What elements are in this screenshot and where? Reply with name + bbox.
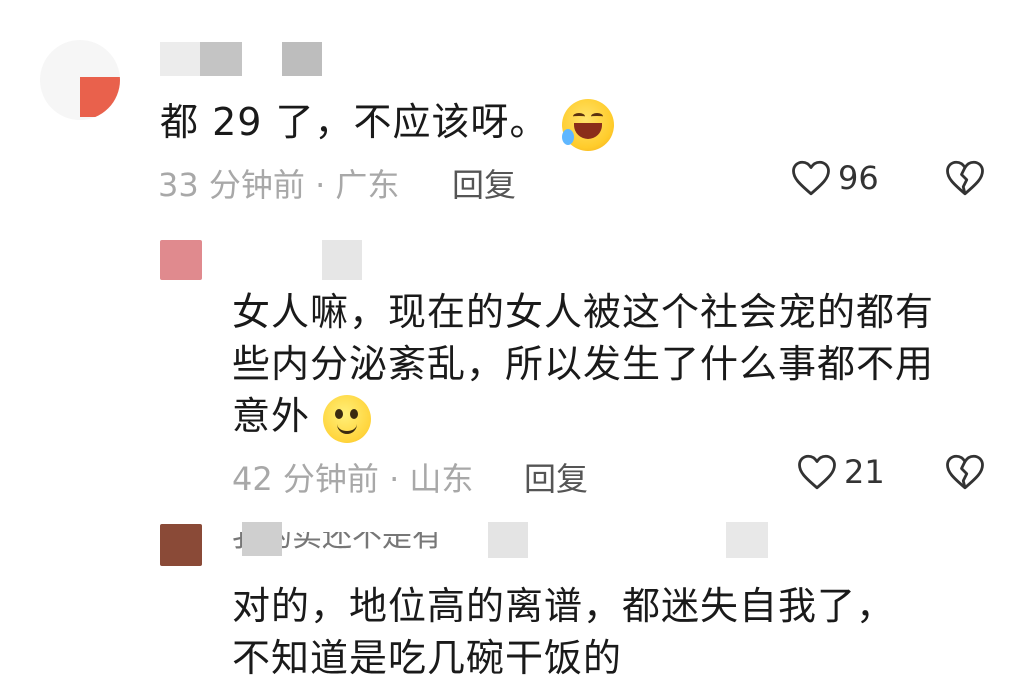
username-redacted bbox=[282, 42, 322, 76]
like-count: 21 bbox=[844, 453, 885, 491]
like-count: 96 bbox=[838, 159, 879, 197]
heart-outline-icon bbox=[798, 454, 836, 490]
broken-heart-icon[interactable] bbox=[944, 158, 986, 198]
dazed-smile-emoji bbox=[323, 394, 372, 443]
username-redacted bbox=[160, 42, 200, 76]
username-redacted bbox=[528, 522, 726, 558]
reply-button[interactable]: 回复 bbox=[452, 160, 516, 206]
location: · 山东 bbox=[389, 460, 474, 498]
location: · 广东 bbox=[315, 166, 400, 204]
rofl-emoji bbox=[561, 98, 614, 151]
comment-text: 对的，地位高的离谱，都迷失自我了， 不知道是吃几碗干饭的 bbox=[232, 584, 896, 680]
reply-button[interactable]: 回复 bbox=[524, 454, 588, 500]
avatar[interactable] bbox=[160, 240, 202, 280]
timestamp: 42 分钟前 bbox=[232, 460, 379, 498]
comment-meta: 33 分钟前 · 广东 bbox=[158, 160, 399, 206]
username-redacted bbox=[488, 522, 528, 558]
timestamp: 33 分钟前 bbox=[158, 166, 305, 204]
heart-outline-icon bbox=[792, 160, 830, 196]
username-redacted bbox=[242, 522, 282, 556]
username-redacted bbox=[726, 522, 768, 558]
avatar[interactable] bbox=[160, 524, 202, 566]
comment-meta: 42 分钟前 · 山东 bbox=[232, 454, 473, 500]
username-redacted bbox=[322, 240, 362, 280]
like-button[interactable]: 21 bbox=[796, 452, 885, 492]
comment-text: 女人嘛，现在的女人被这个社会宠的都有 些内分泌紊乱，所以发生了什么事都不用 意外 bbox=[232, 286, 934, 443]
comment-text: 都 29 了，不应该呀。 bbox=[160, 96, 614, 151]
avatar[interactable] bbox=[40, 40, 120, 120]
broken-heart-icon[interactable] bbox=[944, 452, 986, 492]
like-button[interactable]: 96 bbox=[790, 158, 879, 198]
username-redacted bbox=[200, 42, 242, 76]
